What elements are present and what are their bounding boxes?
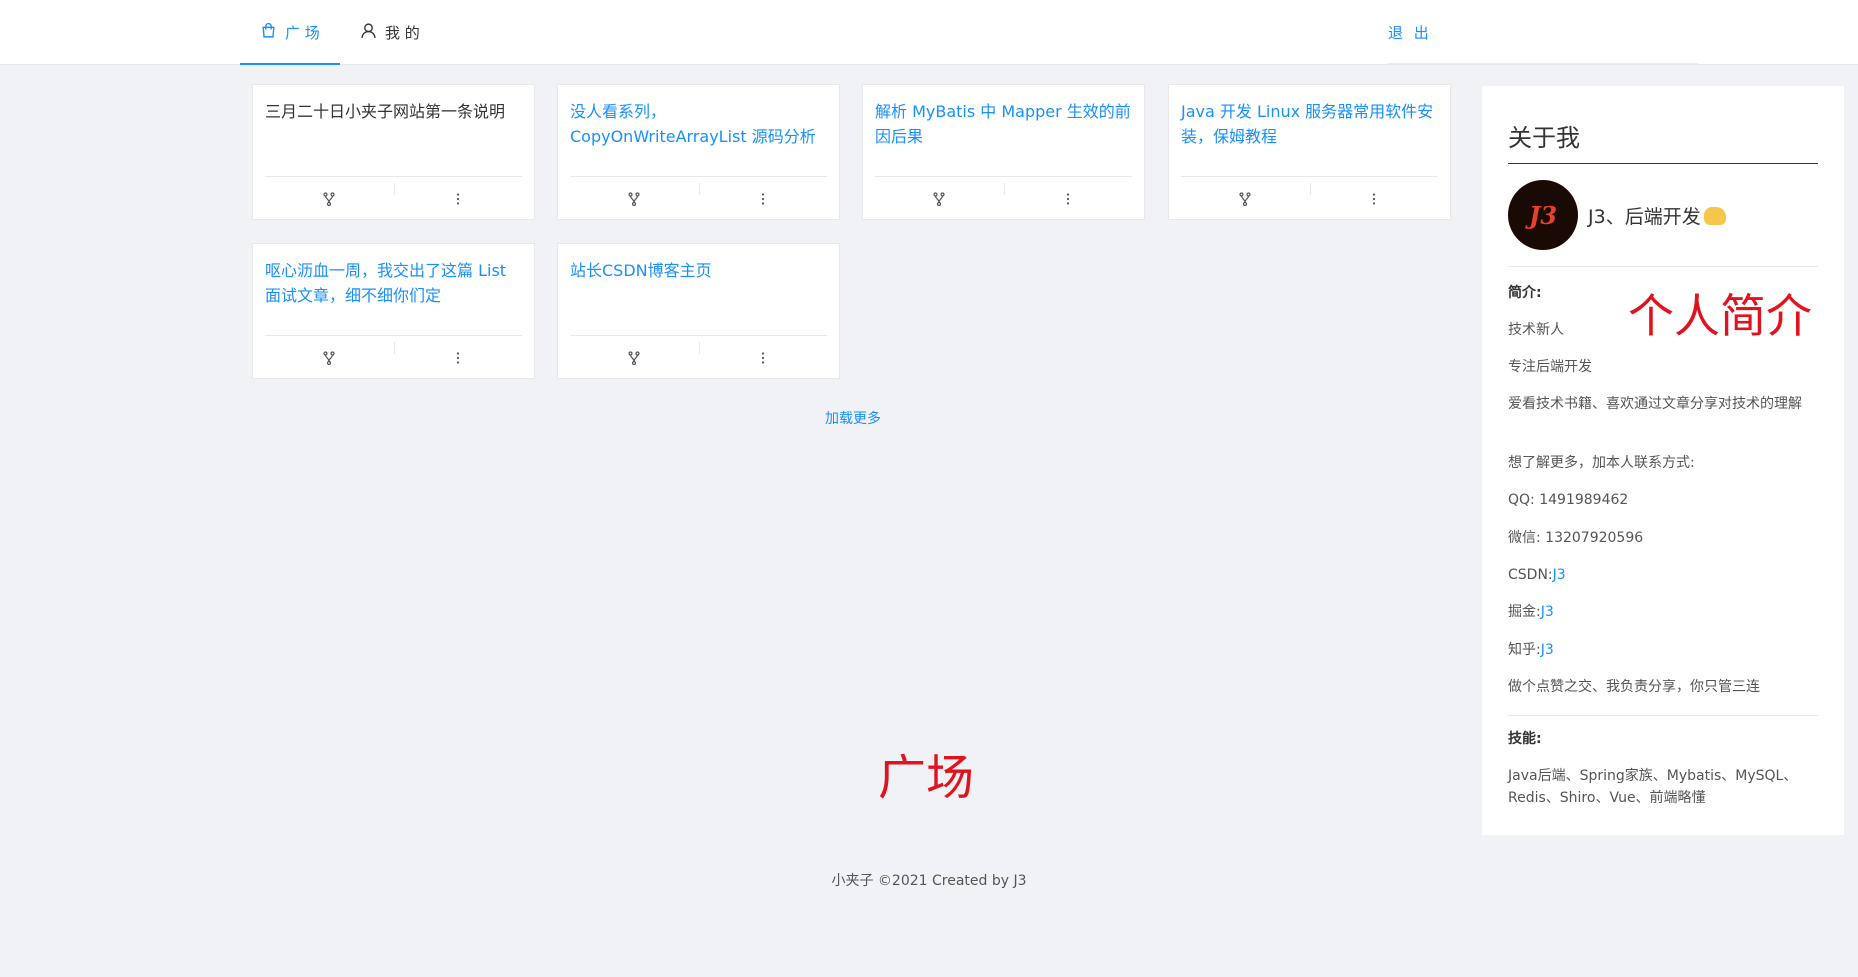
intro-line: 爱看技术书籍、喜欢通过文章分享对技术的理解 (1508, 396, 1802, 412)
card-actions (570, 335, 827, 380)
avatar: J3 (1508, 180, 1578, 250)
qq-value: 1491989462 (1539, 492, 1629, 508)
article-title[interactable]: 解析 MyBatis 中 Mapper 生效的前因后果 (875, 99, 1132, 149)
article-card[interactable]: 三月二十日小夹子网站第一条说明 (252, 84, 535, 220)
intro-line: 想了解更多，加本人联系方式: (1508, 455, 1695, 471)
more-vertical-icon (761, 352, 764, 364)
fork-button[interactable] (1181, 177, 1310, 221)
article-card[interactable]: 解析 MyBatis 中 Mapper 生效的前因后果 (862, 84, 1145, 220)
more-button[interactable] (1003, 177, 1133, 221)
user-icon (360, 22, 377, 43)
wechat-contact: 微信: 13207920596 (1508, 527, 1818, 549)
zhihu-label: 知乎: (1508, 642, 1541, 658)
wechat-label: 微信: (1508, 530, 1541, 546)
more-vertical-icon (456, 193, 459, 205)
divider (1508, 266, 1818, 267)
skills-label: 技能: (1508, 731, 1542, 747)
csdn-contact: CSDN:J3 (1508, 564, 1818, 586)
slogan: 做个点赞之交、我负责分享，你只管三连 (1508, 679, 1760, 695)
more-button[interactable] (393, 336, 523, 380)
zhihu-link[interactable]: J3 (1541, 642, 1554, 658)
fork-icon (933, 192, 945, 206)
more-vertical-icon (761, 193, 764, 205)
article-card[interactable]: 站长CSDN博客主页 (557, 243, 840, 379)
qq-contact: QQ: 1491989462 (1508, 489, 1818, 511)
fork-button[interactable] (265, 177, 394, 221)
article-title[interactable]: 没人看系列，CopyOnWriteArrayList 源码分析 (570, 99, 827, 149)
footer: 小夹子 ©2021 Created by J3 (831, 873, 1027, 889)
divider (1508, 715, 1818, 716)
tab-mine[interactable]: 我 的 (356, 0, 424, 64)
zhihu-contact: 知乎:J3 (1508, 639, 1818, 661)
csdn-label: CSDN: (1508, 567, 1553, 583)
article-title[interactable]: 呕心沥血一周，我交出了这篇 List 面试文章，细不细你们定 (265, 258, 522, 308)
tab-mine-label: 我 的 (385, 23, 420, 42)
more-vertical-icon (456, 352, 459, 364)
card-actions (1181, 176, 1438, 221)
juejin-link[interactable]: J3 (1541, 604, 1554, 620)
fork-button[interactable] (570, 336, 699, 380)
fork-icon (628, 192, 640, 206)
top-nav-bar: 广 场 我 的 退 出 (0, 0, 1858, 65)
more-vertical-icon (1372, 193, 1375, 205)
fork-icon (323, 192, 335, 206)
fork-icon (1239, 192, 1251, 206)
tab-square-label: 广 场 (285, 23, 320, 42)
juejin-contact: 掘金:J3 (1508, 601, 1818, 623)
dog-emoji-icon (1703, 207, 1726, 225)
fork-button[interactable] (265, 336, 394, 380)
article-title[interactable]: 三月二十日小夹子网站第一条说明 (265, 99, 522, 124)
article-card[interactable]: 没人看系列，CopyOnWriteArrayList 源码分析 (557, 84, 840, 220)
card-actions (570, 176, 827, 221)
csdn-link[interactable]: J3 (1553, 567, 1566, 583)
annotation-square: 广场 (878, 750, 975, 806)
card-actions (875, 176, 1132, 221)
fork-button[interactable] (875, 177, 1004, 221)
more-button[interactable] (393, 177, 523, 221)
skills-text: Java后端、Spring家族、Mybatis、MySQL、Redis、Shir… (1508, 768, 1798, 806)
author-name-text: J3、后端开发 (1588, 206, 1701, 228)
intro-line: 专注后端开发 (1508, 359, 1592, 375)
fork-icon (323, 351, 335, 365)
article-card[interactable]: Java 开发 Linux 服务器常用软件安装，保姆教程 (1168, 84, 1451, 220)
wechat-value: 13207920596 (1545, 530, 1644, 546)
tab-square[interactable]: 广 场 (240, 0, 340, 65)
article-card[interactable]: 呕心沥血一周，我交出了这篇 List 面试文章，细不细你们定 (252, 243, 535, 379)
logout-button[interactable]: 退 出 (1388, 0, 1432, 64)
more-button[interactable] (698, 336, 828, 380)
card-actions (265, 335, 522, 380)
qq-label: QQ: (1508, 492, 1535, 508)
juejin-label: 掘金: (1508, 604, 1541, 620)
article-title[interactable]: 站长CSDN博客主页 (570, 258, 827, 283)
more-button[interactable] (1309, 177, 1439, 221)
author-name: J3、后端开发 (1588, 202, 1726, 229)
intro-line: 技术新人 (1508, 322, 1564, 338)
logout-underline (1388, 63, 1698, 64)
more-button[interactable] (698, 177, 828, 221)
more-vertical-icon (1066, 193, 1069, 205)
article-title[interactable]: Java 开发 Linux 服务器常用软件安装，保姆教程 (1181, 99, 1438, 149)
about-panel: 关于我 J3 J3、后端开发 简介: 个人简介 技术新人 专注后端开发 爱看技术… (1482, 86, 1844, 835)
fork-button[interactable] (570, 177, 699, 221)
about-title: 关于我 (1508, 118, 1818, 164)
load-more-link[interactable]: 加载更多 (825, 408, 881, 428)
fork-icon (628, 351, 640, 365)
shopping-bag-icon (260, 22, 277, 43)
card-actions (265, 176, 522, 221)
